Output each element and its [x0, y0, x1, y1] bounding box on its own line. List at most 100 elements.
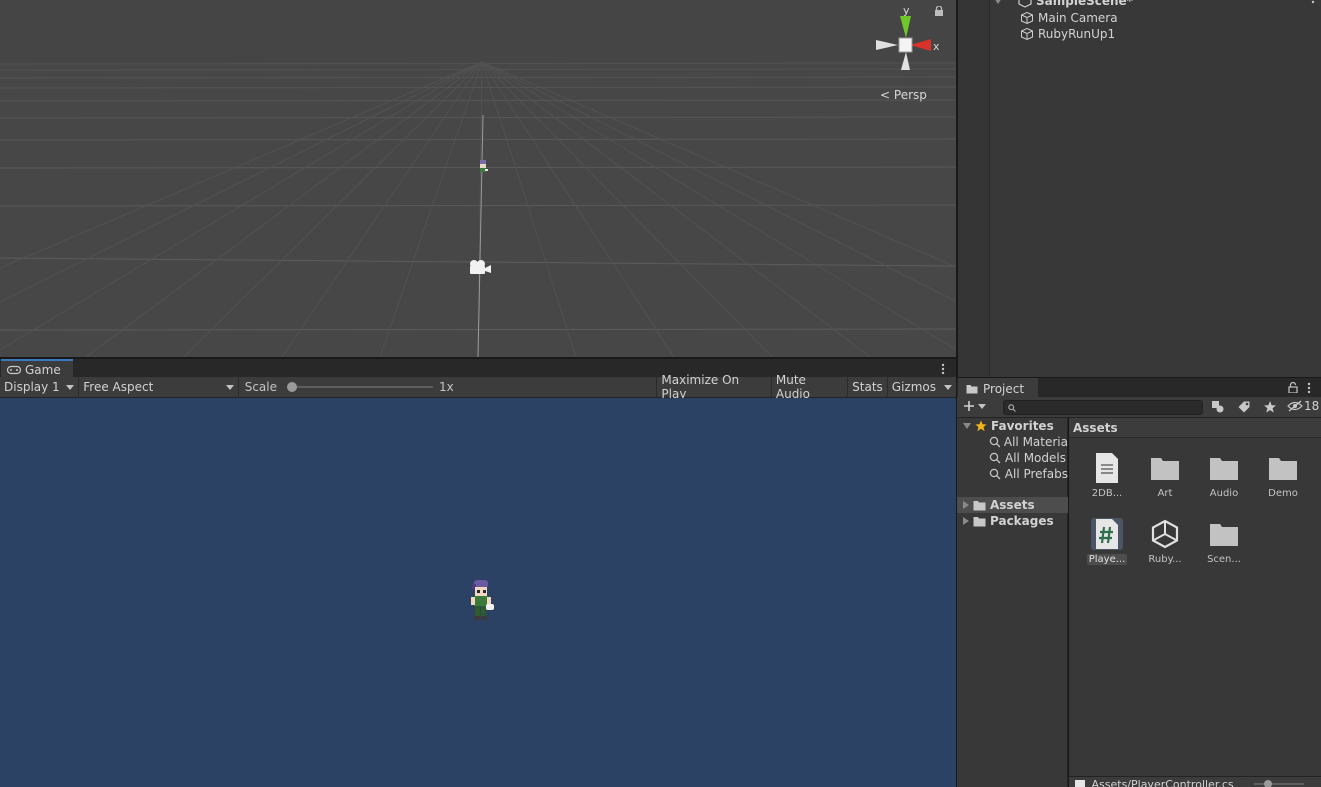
- icon-size-slider[interactable]: [1254, 783, 1304, 785]
- project-status-bar: Assets/PlayerController.cs: [1069, 776, 1321, 787]
- gizmo-center-cube[interactable]: [898, 37, 913, 53]
- eye-slash-icon: [1287, 400, 1303, 412]
- tree-item-all-materials[interactable]: All Materia: [957, 434, 1068, 450]
- gizmo-x-axis[interactable]: [910, 39, 931, 51]
- hierarchy-panel: SampleScene* Main Camera RubyRunUp1: [957, 0, 1321, 377]
- gizmo-neg-x-axis[interactable]: [876, 40, 898, 50]
- display-dropdown[interactable]: Display 1: [0, 376, 80, 398]
- mute-audio-button[interactable]: Mute Audio: [770, 373, 847, 401]
- gizmo-y-label: y: [903, 4, 910, 17]
- tab-project[interactable]: Project: [958, 378, 1038, 399]
- scale-slider[interactable]: [287, 382, 433, 392]
- kebab-menu-icon[interactable]: [940, 363, 946, 375]
- scale-slider-thumb[interactable]: [287, 382, 297, 392]
- tree-packages-label: Packages: [990, 514, 1054, 528]
- selected-asset-path-label: Assets/PlayerController.cs: [1091, 778, 1234, 787]
- expand-arrow-icon[interactable]: [963, 517, 969, 525]
- create-button[interactable]: [963, 400, 986, 412]
- stats-button[interactable]: Stats: [847, 376, 887, 398]
- unity-scene-icon: [1018, 0, 1032, 8]
- folder-icon: [1210, 524, 1238, 546]
- game-view-viewport[interactable]: [0, 398, 956, 787]
- expand-arrow-icon[interactable]: [963, 501, 969, 509]
- gizmo-x-label: x: [933, 40, 940, 53]
- csharp-script-icon: [1096, 519, 1118, 549]
- collapse-arrow-icon[interactable]: [994, 0, 1002, 4]
- tree-item-all-models[interactable]: All Models: [957, 450, 1068, 466]
- asset-2db[interactable]: 2DB...: [1082, 450, 1132, 512]
- project-search-input[interactable]: [1003, 400, 1203, 415]
- asset-ruby-scene[interactable]: Ruby...: [1140, 516, 1190, 578]
- tab-project-label: Project: [983, 381, 1025, 396]
- lock-icon[interactable]: [1288, 382, 1298, 393]
- asset-label: 2DB...: [1091, 488, 1123, 499]
- folder-icon: [966, 384, 978, 393]
- search-icon: [989, 452, 1001, 464]
- gamepad-icon: [7, 365, 21, 375]
- tree-favorites-label: Favorites: [991, 419, 1054, 433]
- star-icon: [975, 420, 987, 432]
- lock-icon[interactable]: [934, 6, 944, 16]
- camera-gizmo-icon[interactable]: [468, 258, 492, 276]
- scale-control: Scale 1x: [239, 377, 657, 398]
- folder-icon: [973, 500, 986, 510]
- asset-label: Playe...: [1086, 554, 1128, 565]
- asset-art-folder[interactable]: Art: [1140, 450, 1190, 512]
- persp-toggle[interactable]: < Persp: [880, 88, 927, 102]
- search-icon: [989, 468, 1001, 480]
- icon-size-slider-thumb[interactable]: [1264, 780, 1272, 787]
- hidden-count: 18: [1304, 399, 1320, 413]
- asset-player-controller-script[interactable]: Playe...: [1082, 516, 1132, 578]
- ruby-sprite: [471, 580, 494, 620]
- kebab-menu-icon[interactable]: [1306, 382, 1312, 394]
- gizmo-y-axis[interactable]: [900, 16, 911, 38]
- stats-label: Stats: [852, 380, 883, 394]
- folder-icon: [1269, 458, 1297, 480]
- assets-breadcrumb[interactable]: Assets: [1069, 418, 1321, 438]
- asset-label: Ruby...: [1148, 554, 1182, 565]
- gizmos-label: Gizmos: [891, 380, 936, 394]
- asset-audio-folder[interactable]: Audio: [1199, 450, 1249, 512]
- gizmo-neg-y-axis[interactable]: [901, 52, 910, 70]
- search-by-label-icon[interactable]: [1237, 400, 1251, 414]
- gameobject-cube-icon: [1021, 27, 1033, 41]
- scene-view[interactable]: y x < Persp: [0, 0, 956, 357]
- asset-scenes-folder[interactable]: Scen...: [1199, 516, 1249, 578]
- dropdown-arrow-icon: [978, 403, 986, 409]
- assets-breadcrumb-label: Assets: [1073, 420, 1118, 435]
- ruby-sprite-scene[interactable]: [477, 160, 489, 174]
- tree-item-label: All Models: [1005, 451, 1066, 465]
- collapse-arrow-icon[interactable]: [963, 423, 971, 429]
- gameobject-cube-icon: [1021, 11, 1033, 25]
- hierarchy-scene-row[interactable]: SampleScene*: [994, 0, 1133, 9]
- tree-packages[interactable]: Packages: [957, 513, 1068, 529]
- display-dropdown-label: Display 1: [4, 380, 60, 394]
- aspect-dropdown-label: Free Aspect: [83, 380, 154, 394]
- tree-item-all-prefabs[interactable]: All Prefabs: [957, 466, 1068, 482]
- aspect-dropdown[interactable]: Free Aspect: [79, 376, 239, 398]
- hierarchy-item-rubyrunup1[interactable]: RubyRunUp1: [1020, 26, 1115, 42]
- hierarchy-item-label: Main Camera: [1038, 11, 1118, 25]
- scene-name: SampleScene*: [1036, 0, 1133, 8]
- game-toolbar: Display 1 Free Aspect Scale 1x Maximize …: [0, 373, 956, 401]
- project-tab-bar: Project: [957, 377, 1321, 399]
- persp-chevron-icon: <: [880, 88, 891, 102]
- tree-assets[interactable]: Assets: [957, 497, 1068, 513]
- asset-label: Scen...: [1207, 554, 1241, 565]
- asset-demo-folder[interactable]: Demo: [1258, 450, 1308, 512]
- tree-favorites[interactable]: Favorites: [957, 418, 1068, 434]
- hidden-packages-toggle[interactable]: 18: [1287, 399, 1319, 413]
- gizmos-dropdown[interactable]: Gizmos: [886, 376, 956, 398]
- maximize-on-play-button[interactable]: Maximize On Play: [656, 373, 770, 401]
- asset-label: Art: [1157, 488, 1173, 499]
- search-by-type-icon[interactable]: [1211, 400, 1225, 414]
- kebab-menu-icon[interactable]: [1310, 0, 1316, 8]
- scale-value: 1x: [439, 380, 454, 394]
- folder-icon: [973, 516, 986, 526]
- star-favorites-icon[interactable]: [1263, 400, 1277, 414]
- persp-label: Persp: [893, 88, 927, 102]
- project-toolbar: 18: [957, 397, 1321, 418]
- tree-item-label: All Materia: [1003, 435, 1068, 449]
- tree-item-label: All Prefabs: [1004, 467, 1068, 481]
- hierarchy-item-main-camera[interactable]: Main Camera: [1020, 10, 1118, 26]
